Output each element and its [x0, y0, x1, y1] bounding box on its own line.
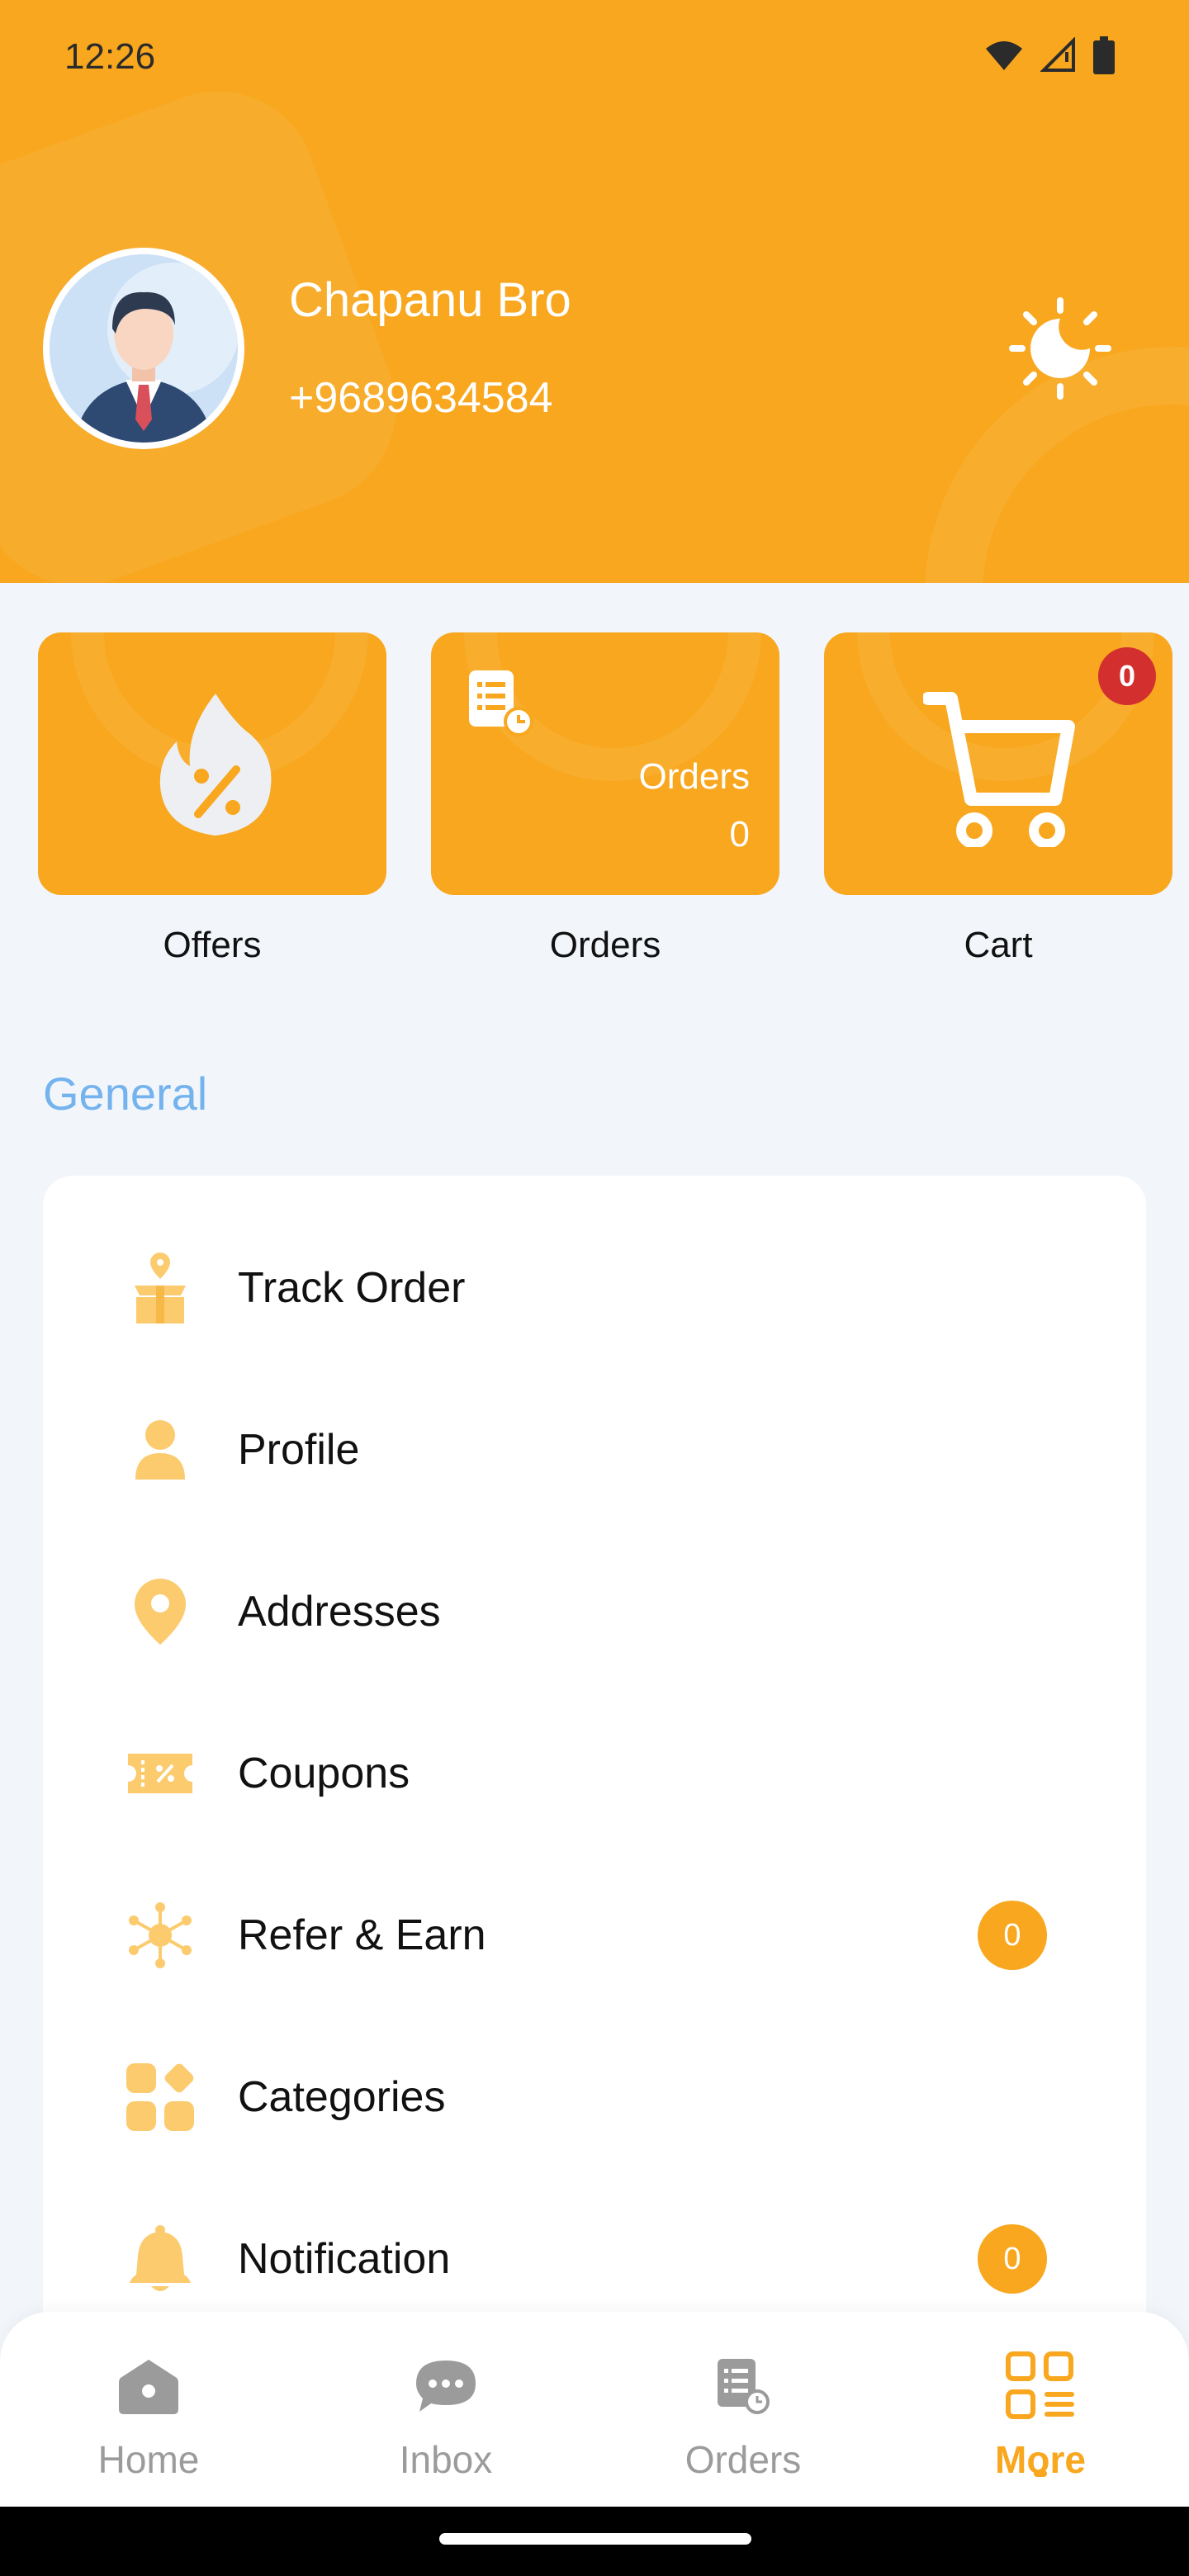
menu-item-coupons[interactable]: Coupons	[43, 1693, 1146, 1854]
chat-icon	[405, 2345, 487, 2427]
status-time: 12:26	[64, 36, 156, 77]
bell-icon	[119, 2218, 201, 2300]
sun-moon-icon	[1009, 297, 1111, 400]
menu-label: Refer & Earn	[238, 1911, 486, 1959]
person-icon	[119, 1409, 201, 1491]
nav-label: Orders	[685, 2438, 802, 2481]
menu-item-profile[interactable]: Profile	[43, 1369, 1146, 1531]
user-phone: +9689634584	[289, 374, 553, 422]
home-icon	[107, 2345, 190, 2427]
orders-card-label: Orders	[638, 756, 750, 797]
signal-icon	[1040, 37, 1075, 72]
avatar[interactable]	[43, 248, 244, 449]
nav-home[interactable]: Home	[0, 2312, 297, 2507]
cart-label: Cart	[964, 925, 1033, 965]
menu-label: Notification	[238, 2235, 451, 2283]
wifi-icon	[986, 41, 1022, 70]
coupon-icon	[119, 1732, 201, 1815]
grid-icon	[999, 2345, 1082, 2427]
location-pin-icon	[119, 1570, 201, 1653]
nav-label: Home	[97, 2438, 200, 2481]
cart-icon	[923, 692, 1075, 847]
menu-label: Categories	[238, 2073, 446, 2121]
theme-toggle-button[interactable]	[1009, 297, 1111, 400]
orders-card-count: 0	[729, 814, 750, 855]
menu-label: Coupons	[238, 1750, 410, 1797]
menu-label: Addresses	[238, 1588, 441, 1636]
nav-label: Inbox	[399, 2438, 493, 2481]
network-icon	[119, 1894, 201, 1977]
menu-item-refer-earn[interactable]: Refer & Earn 0	[43, 1854, 1146, 2016]
menu-item-categories[interactable]: Categories	[43, 2016, 1146, 2178]
profile-header: 12:26 Chapanu Bro +9689634584	[0, 0, 1189, 583]
active-indicator	[1034, 2470, 1047, 2477]
nav-orders[interactable]: Orders	[594, 2312, 892, 2507]
home-gesture-pill[interactable]	[439, 2533, 751, 2545]
categories-icon	[119, 2056, 201, 2138]
orders-list-icon	[469, 670, 533, 736]
offers-card[interactable]	[38, 632, 386, 895]
bottom-navigation: Home Inbox Orders More	[0, 2312, 1189, 2507]
notification-badge: 0	[978, 2224, 1047, 2294]
menu-item-addresses[interactable]: Addresses	[43, 1531, 1146, 1693]
offers-label: Offers	[163, 925, 262, 965]
menu-item-track-order[interactable]: Track Order	[43, 1207, 1146, 1369]
orders-card[interactable]: Orders 0	[431, 632, 779, 895]
user-name: Chapanu Bro	[289, 273, 571, 327]
status-icons	[984, 36, 1115, 74]
refer-earn-badge: 0	[978, 1901, 1047, 1970]
nav-inbox[interactable]: Inbox	[297, 2312, 594, 2507]
section-title-general: General	[43, 1068, 208, 1120]
battery-icon	[1093, 36, 1115, 74]
cart-count-badge: 0	[1098, 647, 1156, 705]
orders-label: Orders	[549, 925, 661, 965]
menu-label: Profile	[238, 1426, 360, 1474]
offer-flame-icon	[159, 694, 272, 836]
user-avatar-icon	[50, 254, 238, 443]
menu-label: Track Order	[238, 1264, 466, 1312]
orders-icon	[702, 2345, 784, 2427]
nav-more[interactable]: More	[892, 2312, 1189, 2507]
track-order-icon	[119, 1247, 201, 1329]
